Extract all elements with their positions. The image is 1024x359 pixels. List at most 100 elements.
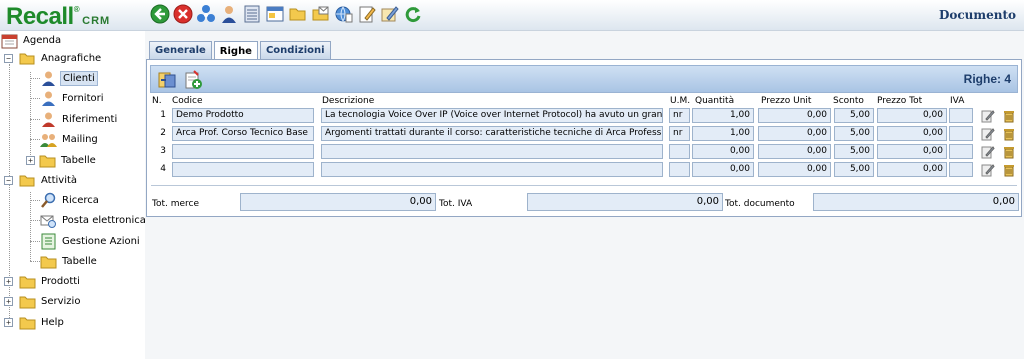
descrizione-field[interactable]: La tecnologia Voice Over IP (Voice over … xyxy=(321,108,663,123)
close-x-icon[interactable] xyxy=(173,4,193,24)
sidebar-item-mailing[interactable]: Mailing xyxy=(40,130,100,149)
sidebar-item-attivita[interactable]: − Attività xyxy=(4,171,79,190)
expand-icon[interactable]: + xyxy=(4,318,13,327)
prezzo-unit-field[interactable]: 0,00 xyxy=(758,162,831,177)
prezzo-unit-field[interactable]: 0,00 xyxy=(758,108,831,123)
delete-row-icon[interactable] xyxy=(1002,145,1016,159)
quantita-field[interactable]: 1,00 xyxy=(692,108,754,123)
user-icon[interactable] xyxy=(219,4,239,24)
panel-header: Righe: 4 xyxy=(150,65,1018,93)
iva-field[interactable] xyxy=(949,108,973,123)
client-user-icon xyxy=(40,70,57,87)
quantita-field[interactable]: 0,00 xyxy=(692,162,754,177)
delete-row-icon[interactable] xyxy=(1002,163,1016,177)
sconto-field[interactable]: 5,00 xyxy=(834,126,874,141)
row-number: 4 xyxy=(160,164,166,174)
collapse-icon[interactable]: − xyxy=(4,54,13,63)
tab-righe[interactable]: Righe xyxy=(213,41,258,60)
um-field[interactable] xyxy=(669,162,690,177)
sconto-field[interactable]: 5,00 xyxy=(834,144,874,159)
open-folder-icon[interactable] xyxy=(288,4,308,24)
prezzo-unit-field[interactable]: 0,00 xyxy=(758,144,831,159)
sidebar-item-ricerca[interactable]: Ricerca xyxy=(40,191,101,210)
row-number: 1 xyxy=(160,110,166,120)
globe-doc-icon[interactable] xyxy=(334,4,354,24)
sidebar-item-tabelle-anagrafiche[interactable]: + Tabelle xyxy=(26,151,98,170)
supplier-user-icon xyxy=(40,90,57,107)
codice-field[interactable] xyxy=(172,144,314,159)
network-globe-icon[interactable] xyxy=(196,4,216,24)
delete-row-icon[interactable] xyxy=(1002,109,1016,123)
tree-line xyxy=(30,119,40,120)
col-header-um: U.M. xyxy=(670,96,691,106)
codice-field[interactable]: Demo Prodotto xyxy=(172,108,314,123)
tab-generale[interactable]: Generale xyxy=(149,41,212,59)
tree-line xyxy=(30,78,40,79)
sidebar-item-posta-elettronica[interactable]: Posta elettronica xyxy=(40,211,148,230)
col-header-prezzo-unit: Prezzo Unit xyxy=(761,96,812,106)
import-rows-icon[interactable] xyxy=(157,70,177,90)
expand-icon[interactable]: + xyxy=(4,277,13,286)
prezzo-tot-field[interactable]: 0,00 xyxy=(877,126,947,141)
sidebar-item-servizio[interactable]: + Servizio xyxy=(4,292,82,311)
tree-line xyxy=(30,139,40,140)
edit-row-icon[interactable] xyxy=(981,163,995,177)
edit-pencil-icon[interactable] xyxy=(380,4,400,24)
codice-field[interactable] xyxy=(172,162,314,177)
quantita-field[interactable]: 0,00 xyxy=(692,144,754,159)
open-folder-icon xyxy=(19,172,36,189)
main-toolbar xyxy=(150,4,423,24)
collapse-icon[interactable]: − xyxy=(4,176,13,185)
sidebar-item-clienti[interactable]: Clienti xyxy=(40,69,98,88)
um-field[interactable]: nr xyxy=(669,108,690,123)
um-field[interactable]: nr xyxy=(669,126,690,141)
prezzo-unit-field[interactable]: 0,00 xyxy=(758,126,831,141)
tree-line xyxy=(30,200,40,201)
edit-note-icon[interactable] xyxy=(357,4,377,24)
expand-icon[interactable]: + xyxy=(26,156,35,165)
edit-row-icon[interactable] xyxy=(981,109,995,123)
col-header-sconto: Sconto xyxy=(833,96,864,106)
iva-field[interactable] xyxy=(949,162,973,177)
window-icon[interactable] xyxy=(265,4,285,24)
list-document-icon[interactable] xyxy=(242,4,262,24)
codice-field[interactable]: Arca Prof. Corso Tecnico Base xyxy=(172,126,314,141)
refresh-icon[interactable] xyxy=(403,4,423,24)
um-field[interactable] xyxy=(669,144,690,159)
quantita-field[interactable]: 1,00 xyxy=(692,126,754,141)
sidebar-item-tabelle-attivita[interactable]: Tabelle xyxy=(40,252,99,271)
col-header-n: N. xyxy=(152,96,162,106)
descrizione-field[interactable] xyxy=(321,162,663,177)
delete-row-icon[interactable] xyxy=(1002,127,1016,141)
sidebar-item-help[interactable]: + Help xyxy=(4,313,66,332)
row-number: 2 xyxy=(160,128,166,138)
document-tabs: Generale Righe Condizioni xyxy=(149,41,331,60)
tab-condizioni[interactable]: Condizioni xyxy=(259,41,331,59)
sidebar-item-anagrafiche[interactable]: − Anagrafiche xyxy=(4,49,103,68)
col-header-codice: Codice xyxy=(172,96,203,106)
edit-row-icon[interactable] xyxy=(981,127,995,141)
add-row-icon[interactable] xyxy=(183,70,203,90)
mail-folder-icon[interactable] xyxy=(311,4,331,24)
prezzo-tot-field[interactable]: 0,00 xyxy=(877,144,947,159)
app-header: Recall®CRM Documento xyxy=(0,0,1024,31)
expand-icon[interactable]: + xyxy=(4,297,13,306)
sconto-field[interactable]: 5,00 xyxy=(834,162,874,177)
app-logo: Recall®CRM xyxy=(6,3,111,30)
descrizione-field[interactable] xyxy=(321,144,663,159)
sconto-field[interactable]: 5,00 xyxy=(834,108,874,123)
sidebar-item-fornitori[interactable]: Fornitori xyxy=(40,89,106,108)
sidebar-item-gestione-azioni[interactable]: Gestione Azioni xyxy=(40,232,142,251)
sidebar-item-riferimenti[interactable]: Riferimenti xyxy=(40,110,119,129)
descrizione-field[interactable]: Argomenti trattati durante il corso: car… xyxy=(321,126,663,141)
prezzo-tot-field[interactable]: 0,00 xyxy=(877,162,947,177)
tree-line xyxy=(30,98,40,99)
sidebar-item-prodotti[interactable]: + Prodotti xyxy=(4,272,82,291)
iva-field[interactable] xyxy=(949,144,973,159)
back-arrow-icon[interactable] xyxy=(150,4,170,24)
prezzo-tot-field[interactable]: 0,00 xyxy=(877,108,947,123)
iva-field[interactable] xyxy=(949,126,973,141)
tot-merce-field: 0,00 xyxy=(240,193,436,211)
edit-row-icon[interactable] xyxy=(981,145,995,159)
sidebar-item-agenda[interactable]: Agenda xyxy=(1,31,63,50)
